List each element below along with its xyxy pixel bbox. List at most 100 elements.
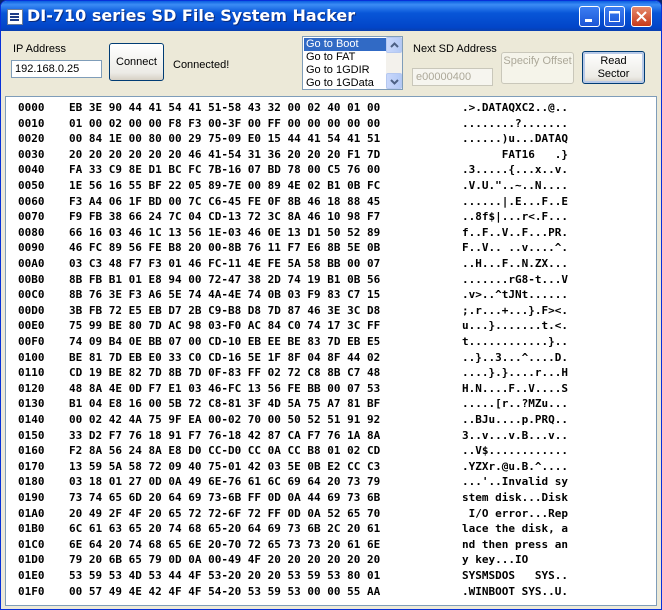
goto-item-1gdir[interactable]: Go to 1GDIR: [304, 64, 389, 77]
hex-row-ascii: .V.U."..~..N....: [462, 179, 568, 192]
hex-row-ascii: t............}..: [462, 335, 568, 348]
hex-row-ascii: ....}.}....r...H: [462, 366, 568, 380]
hex-row-address: 01A0: [18, 506, 45, 520]
next-sd-address-label: Next SD Address: [413, 43, 497, 55]
minimize-icon: [585, 19, 592, 22]
title-bar[interactable]: DI-710 series SD File System Hacker: [1, 1, 661, 31]
next-sd-address-field[interactable]: e00000400: [412, 68, 493, 86]
hex-row-bytes: 03 18 01 27 0D 0A 49 6E-76 61 6C 69 64 2…: [69, 475, 381, 489]
hex-row-address: 01C0: [18, 537, 45, 551]
goto-item-boot[interactable]: Go to Boot: [304, 38, 389, 51]
hex-row-bytes: CD 19 BE 82 7D 8B 7D 0F-83 FF 02 72 C8 8…: [69, 366, 381, 380]
scroll-down-button[interactable]: [386, 73, 402, 89]
hex-row-bytes: 74 09 B4 0E BB 07 00 CD-10 EB EE BE 83 7…: [69, 335, 381, 348]
hex-row-bytes: F3 A4 06 1F BD 00 7C C6-45 FE 0F 8B 46 1…: [69, 194, 381, 208]
hex-row-address: 0130: [18, 397, 45, 411]
app-icon: [7, 9, 23, 25]
hex-row-address: 0170: [18, 459, 45, 473]
hex-row-address: 0120: [18, 381, 45, 395]
hex-row-bytes: 79 20 6B 65 79 0D 0A 00-49 4F 20 20 20 2…: [69, 553, 381, 567]
hex-row-ascii: u...}.......t.<.: [462, 319, 568, 333]
hex-row-ascii: f..F..V..F...PR.: [462, 225, 568, 239]
hex-row-address: 0150: [18, 428, 45, 442]
hex-row-bytes: 73 74 65 6D 20 64 69 73-6B FF 0D 0A 44 6…: [69, 491, 381, 504]
hex-row-address: 01B0: [18, 522, 45, 536]
goto-item-fat[interactable]: Go to FAT: [304, 51, 389, 64]
maximize-icon: [609, 11, 620, 22]
hex-row-address: 00A0: [18, 257, 45, 270]
connection-status: Connected!: [173, 59, 230, 71]
hex-row-address: 0030: [18, 147, 45, 161]
hex-row-bytes: 00 57 49 4E 42 4F 4F 54-20 53 59 53 00 0…: [69, 584, 381, 598]
hex-dump-view[interactable]: 0000 EB 3E 90 44 41 54 41 51-58 43 32 00 …: [5, 96, 657, 606]
hex-row-bytes: 33 D2 F7 76 18 91 F7 76-18 42 87 CA F7 7…: [69, 428, 381, 442]
window-title: DI-710 series SD File System Hacker: [27, 6, 356, 25]
hex-row-ascii: .....[r..?MZu...: [462, 397, 568, 411]
read-sector-button[interactable]: Read Sector: [582, 51, 645, 84]
hex-row-ascii: ..8f$|...r<.F...: [462, 210, 568, 224]
hex-row-bytes: 6C 61 63 65 20 74 68 65-20 64 69 73 6B 2…: [69, 522, 381, 536]
hex-row-bytes: 1E 56 16 55 BF 22 05 89-7E 00 89 4E 02 B…: [69, 179, 381, 192]
hex-row-bytes: 03 C3 48 F7 F3 01 46 FC-11 4E FE 5A 58 B…: [69, 257, 381, 270]
hex-row-bytes: 8B 76 3E F3 A6 5E 74 4A-4E 74 0B 03 F9 8…: [69, 288, 381, 302]
hex-row-address: 0020: [18, 132, 45, 146]
hex-row-bytes: EB 3E 90 44 41 54 41 51-58 43 32 00 02 4…: [69, 101, 381, 114]
hex-row-bytes: 3B FB 72 E5 EB D7 2B C9-B8 D8 7D 87 46 3…: [69, 303, 381, 317]
hex-row-address: 00B0: [18, 272, 45, 286]
hex-row-ascii: ..}..3...^....D.: [462, 350, 568, 364]
hex-row-ascii: SYSMSDOS SYS..: [462, 569, 568, 582]
hex-row-ascii: H.N....F..V....S: [462, 381, 568, 395]
hex-row-address: 01E0: [18, 569, 45, 582]
close-icon: [636, 11, 647, 22]
hex-row-address: 00D0: [18, 303, 45, 317]
hex-row-bytes: F2 8A 56 24 8A E8 D0 CC-D0 CC 0A CC B8 0…: [69, 444, 381, 458]
hex-row-address: 0080: [18, 225, 45, 239]
maximize-button[interactable]: [604, 6, 625, 27]
close-button[interactable]: [631, 6, 652, 27]
hex-row-address: 0010: [18, 116, 45, 130]
scroll-up-button[interactable]: [386, 37, 402, 53]
hex-row-ascii: ......|.E...F..E: [462, 194, 568, 208]
hex-row-ascii: ..BJu....p.PRQ..: [462, 413, 568, 426]
minimize-button[interactable]: [579, 6, 600, 27]
hex-row-ascii: ..H...F..N.ZX...: [462, 257, 568, 270]
hex-row-address: 0100: [18, 350, 45, 364]
hex-row-ascii: y key...IO: [462, 553, 568, 567]
hex-row-bytes: B1 04 E8 16 00 5B 72 C8-81 3F 4D 5A 75 A…: [69, 397, 381, 411]
hex-row-address: 0140: [18, 413, 45, 426]
hex-row-ascii: .WINBOOT SYS..U.: [462, 584, 568, 598]
goto-scrollbar[interactable]: [386, 37, 402, 89]
hex-row-address: 0180: [18, 475, 45, 489]
hex-row-address: 0040: [18, 163, 45, 177]
hex-row-bytes: 00 84 1E 00 80 00 29 75-09 E0 15 44 41 5…: [69, 132, 381, 146]
hex-row-address: 0070: [18, 210, 45, 224]
hex-row-bytes: 20 49 2F 4F 20 65 72 72-6F 72 FF 0D 0A 5…: [69, 506, 381, 520]
hex-row-ascii: nd then press an: [462, 537, 568, 551]
hex-row-bytes: 48 8A 4E 0D F7 E1 03 46-FC 13 56 FE BB 0…: [69, 381, 381, 395]
goto-listbox[interactable]: Go to Boot Go to FAT Go to 1GDIR Go to 1…: [302, 36, 403, 90]
hex-row-address: 0000: [18, 101, 45, 114]
hex-row-bytes: F9 FB 38 66 24 7C 04 CD-13 72 3C 8A 46 1…: [69, 210, 381, 224]
specify-offset-button[interactable]: Specify Offset: [501, 52, 574, 84]
hex-row-bytes: 8B FB B1 01 E8 94 00 72-47 38 2D 74 19 B…: [69, 272, 381, 286]
hex-row-ascii: ..V$............: [462, 444, 568, 458]
hex-row-ascii: ...'..Invalid sy: [462, 475, 568, 489]
hex-row-ascii: .>.DATAQXC2..@..: [462, 101, 568, 114]
hex-row-ascii: FAT16 .}: [462, 147, 568, 161]
hex-row-address: 0160: [18, 444, 45, 458]
scroll-down-icon: [390, 79, 399, 85]
hex-row-bytes: 00 02 42 4A 75 9F EA 00-02 70 00 50 52 5…: [69, 413, 381, 426]
hex-row-address: 00F0: [18, 335, 45, 348]
main-window: DI-710 series SD File System Hacker IP A…: [0, 0, 662, 610]
hex-row-ascii: 3..v...v.B...v..: [462, 428, 568, 442]
hex-row-ascii: .3.....{...x..v.: [462, 163, 568, 177]
connect-button[interactable]: Connect: [109, 43, 164, 81]
scroll-up-icon: [390, 42, 399, 48]
hex-row-address: 0060: [18, 194, 45, 208]
hex-row-bytes: 46 FC 89 56 FE B8 20 00-8B 76 11 F7 E6 8…: [69, 241, 381, 255]
hex-row-ascii: .......rG8-t...V: [462, 272, 568, 286]
hex-row-address: 01D0: [18, 553, 45, 567]
ip-address-field[interactable]: 192.168.0.25: [11, 60, 102, 78]
goto-item-1gdata[interactable]: Go to 1GData: [304, 77, 389, 89]
hex-row-bytes: 75 99 BE 80 7D AC 98 03-F0 AC 84 C0 74 1…: [69, 319, 381, 333]
